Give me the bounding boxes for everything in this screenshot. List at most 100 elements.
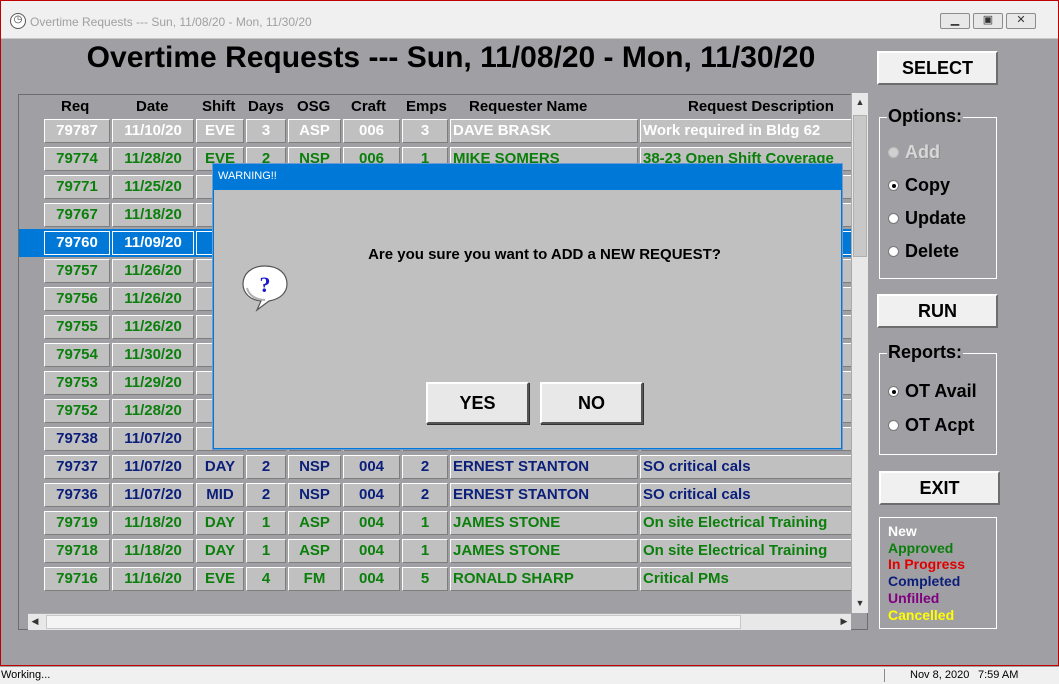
table-row[interactable]: 79787 11/10/20 EVE 3 ASP 006 3 DAVE BRASK Work r… bbox=[19, 117, 852, 145]
horizontal-scrollbar[interactable]: ◀ ▶ bbox=[28, 613, 851, 630]
cell-date: 11/28/20 bbox=[112, 147, 194, 171]
vertical-scrollbar[interactable]: ▲ ▼ bbox=[851, 93, 868, 613]
cell-date: 11/07/20 bbox=[112, 483, 194, 507]
cell-name: DAVE BRASK bbox=[450, 119, 638, 143]
cell-desc: SO critical cals bbox=[640, 455, 852, 479]
table-row[interactable]: 79719 11/18/20 DAY 1 ASP 004 1 JAMES STONE On si… bbox=[19, 509, 852, 537]
cell-craft: 004 bbox=[343, 539, 400, 563]
no-button[interactable]: NO bbox=[540, 382, 643, 424]
select-button[interactable]: SELECT bbox=[877, 51, 998, 85]
legend-item: Completed bbox=[888, 573, 961, 590]
status-date: Nov 8, 2020 bbox=[910, 669, 970, 681]
close-button[interactable]: ✕ bbox=[1006, 13, 1036, 29]
cell-date: 11/30/20 bbox=[112, 343, 194, 367]
cell-desc: Critical PMs bbox=[640, 567, 852, 591]
cell-req: 79771 bbox=[44, 175, 110, 199]
legend-item: New bbox=[888, 523, 917, 539]
option-copy-radio[interactable]: Copy bbox=[888, 175, 950, 196]
cell-days: 1 bbox=[246, 511, 286, 535]
warning-dialog: WARNING!! ? Are you sure you want to ADD… bbox=[213, 164, 842, 449]
page-title: Overtime Requests --- Sun, 11/08/20 - Mo… bbox=[86, 41, 816, 74]
legend-item: Approved bbox=[888, 539, 954, 556]
cell-req: 79756 bbox=[44, 287, 110, 311]
column-header-emps[interactable]: Emps bbox=[406, 98, 447, 115]
report-ot-avail-radio[interactable]: OT Avail bbox=[888, 381, 977, 402]
cell-date: 11/07/20 bbox=[112, 455, 194, 479]
option-delete-radio[interactable]: Delete bbox=[888, 241, 959, 262]
cell-req: 79716 bbox=[44, 567, 110, 591]
cell-req: 79767 bbox=[44, 203, 110, 227]
reports-label: Reports: bbox=[887, 342, 964, 363]
cell-date: 11/26/20 bbox=[112, 259, 194, 283]
restore-button[interactable]: ▣ bbox=[973, 13, 1003, 29]
scroll-left-icon[interactable]: ◀ bbox=[28, 614, 42, 629]
column-header-osg[interactable]: OSG bbox=[297, 98, 330, 115]
cell-req: 79738 bbox=[44, 427, 110, 451]
table-row[interactable]: 79737 11/07/20 DAY 2 NSP 004 2 ERNEST STANTON SO… bbox=[19, 453, 852, 481]
run-button[interactable]: RUN bbox=[877, 294, 998, 328]
horizontal-scroll-thumb[interactable] bbox=[46, 615, 741, 629]
cell-req: 79752 bbox=[44, 399, 110, 423]
legend-item: Cancelled bbox=[888, 606, 955, 623]
scroll-right-icon[interactable]: ▶ bbox=[837, 614, 851, 629]
cell-date: 11/28/20 bbox=[112, 399, 194, 423]
cell-req: 79757 bbox=[44, 259, 110, 283]
title-bar: ◷ Overtime Requests --- Sun, 11/08/20 - … bbox=[1, 1, 1058, 39]
status-legend: New Approved In Progress Completed Unfilled C… bbox=[879, 517, 997, 629]
yes-button[interactable]: YES bbox=[426, 382, 529, 424]
cell-osg: ASP bbox=[288, 119, 341, 143]
table-row[interactable]: 79716 11/16/20 EVE 4 FM 004 5 RONALD SHARP Criti… bbox=[19, 565, 852, 593]
cell-days: 2 bbox=[246, 483, 286, 507]
column-header-date[interactable]: Date bbox=[136, 98, 169, 115]
cell-date: 11/09/20 bbox=[112, 231, 194, 255]
cell-craft: 004 bbox=[343, 511, 400, 535]
column-header-req[interactable]: Req bbox=[61, 98, 89, 115]
scroll-up-icon[interactable]: ▲ bbox=[853, 95, 867, 110]
cell-emps: 1 bbox=[402, 511, 448, 535]
cell-req: 79755 bbox=[44, 315, 110, 339]
cell-date: 11/18/20 bbox=[112, 539, 194, 563]
column-header-days[interactable]: Days bbox=[248, 98, 284, 115]
scroll-down-icon[interactable]: ▼ bbox=[853, 596, 867, 611]
cell-desc: SO critical cals bbox=[640, 483, 852, 507]
vertical-scroll-thumb[interactable] bbox=[853, 115, 867, 257]
column-header-craft[interactable]: Craft bbox=[351, 98, 386, 115]
cell-shift: EVE bbox=[196, 567, 244, 591]
report-ot-acpt-radio[interactable]: OT Acpt bbox=[888, 415, 974, 436]
minimize-button[interactable]: ▁ bbox=[940, 13, 970, 29]
table-row[interactable]: 79736 11/07/20 MID 2 NSP 004 2 ERNEST STANTON SO… bbox=[19, 481, 852, 509]
option-update-radio[interactable]: Update bbox=[888, 208, 966, 229]
column-header-requester-name[interactable]: Requester Name bbox=[469, 98, 587, 115]
cell-req: 79737 bbox=[44, 455, 110, 479]
cell-req: 79753 bbox=[44, 371, 110, 395]
column-header-request-description[interactable]: Request Description bbox=[688, 98, 834, 115]
cell-shift: DAY bbox=[196, 539, 244, 563]
cell-name: ERNEST STANTON bbox=[450, 455, 638, 479]
cell-req: 79719 bbox=[44, 511, 110, 535]
cell-osg: ASP bbox=[288, 511, 341, 535]
cell-craft: 004 bbox=[343, 483, 400, 507]
svg-text:?: ? bbox=[260, 272, 271, 297]
cell-req: 79774 bbox=[44, 147, 110, 171]
cell-shift: DAY bbox=[196, 511, 244, 535]
legend-item: Unfilled bbox=[888, 589, 940, 606]
cell-name: JAMES STONE bbox=[450, 539, 638, 563]
cell-req: 79718 bbox=[44, 539, 110, 563]
cell-craft: 006 bbox=[343, 119, 400, 143]
cell-osg: FM bbox=[288, 567, 341, 591]
cell-date: 11/25/20 bbox=[112, 175, 194, 199]
cell-name: RONALD SHARP bbox=[450, 567, 638, 591]
column-header-shift[interactable]: Shift bbox=[202, 98, 235, 115]
cell-osg: NSP bbox=[288, 455, 341, 479]
cell-date: 11/18/20 bbox=[112, 203, 194, 227]
main-window: ◷ Overtime Requests --- Sun, 11/08/20 - … bbox=[0, 0, 1059, 666]
cell-date: 11/16/20 bbox=[112, 567, 194, 591]
dialog-title: WARNING!! bbox=[214, 165, 841, 190]
options-group: Options: Add Copy Update Delete bbox=[879, 106, 997, 279]
cell-emps: 2 bbox=[402, 455, 448, 479]
table-row[interactable]: 79718 11/18/20 DAY 1 ASP 004 1 JAMES STONE On si… bbox=[19, 537, 852, 565]
cell-osg: ASP bbox=[288, 539, 341, 563]
partial-footer-text bbox=[331, 638, 335, 646]
exit-button[interactable]: EXIT bbox=[879, 471, 1000, 505]
cell-shift: DAY bbox=[196, 455, 244, 479]
